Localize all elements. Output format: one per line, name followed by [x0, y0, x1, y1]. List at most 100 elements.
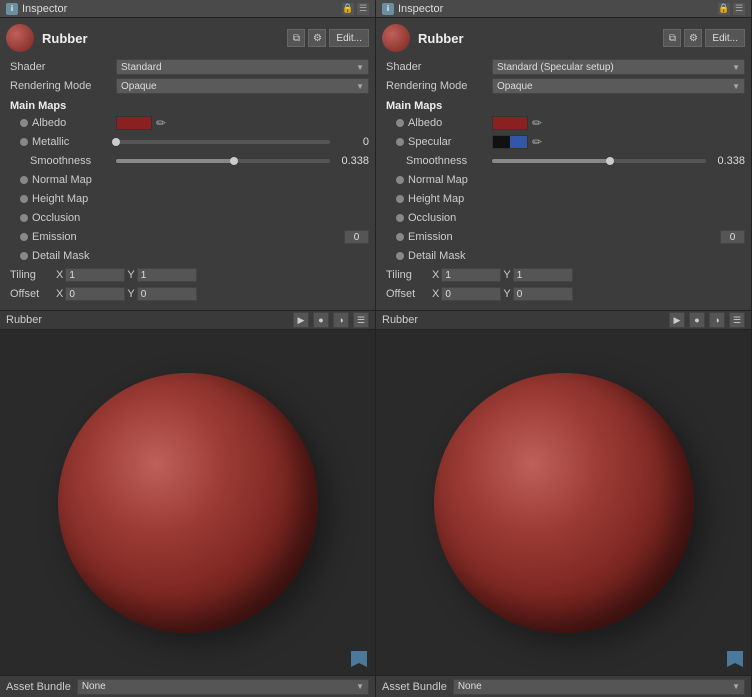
left-tiling-label: Tiling	[6, 269, 56, 281]
right-height-map-label: Height Map	[382, 193, 464, 205]
left-smoothness-slider-container: 0.338	[116, 155, 369, 167]
left-offset-x-axis: X	[56, 288, 63, 300]
right-offset-x-axis: X	[432, 288, 439, 300]
right-tiling-x-input[interactable]	[441, 268, 501, 282]
right-specular-swatch[interactable]	[492, 135, 528, 149]
left-smoothness-label: Smoothness	[6, 155, 116, 167]
left-preview-toolbar: Rubber ▶ ● ◑ ☰	[0, 310, 375, 330]
left-tiling-y-input[interactable]	[137, 268, 197, 282]
left-emission-label: Emission	[6, 231, 77, 243]
left-smoothness-thumb[interactable]	[230, 157, 238, 165]
left-occlusion-text: Occlusion	[32, 212, 80, 224]
left-shader-row: Shader Standard ▼	[6, 58, 369, 76]
left-emission-row: Emission 0	[6, 228, 369, 246]
right-shader-row: Shader Standard (Specular setup) ▼	[382, 58, 745, 76]
left-height-dot	[20, 195, 28, 203]
right-albedo-swatch[interactable]	[492, 116, 528, 130]
left-header-controls: ⧉ ⚙ Edit...	[287, 29, 369, 47]
left-settings-button[interactable]: ⚙	[308, 29, 326, 47]
right-asset-bundle-label: Asset Bundle	[382, 681, 447, 693]
left-inspector-icon: i	[6, 3, 18, 15]
right-preview-section: Rubber ▶ ● ◑ ☰ Asset Bundle None ▼	[376, 310, 751, 697]
left-preview-btn1[interactable]: ●	[313, 312, 329, 328]
right-preview-btn1[interactable]: ●	[689, 312, 705, 328]
left-shader-value: Standard	[121, 62, 162, 73]
right-offset-y-axis: Y	[503, 288, 510, 300]
right-tiling-y-input[interactable]	[513, 268, 573, 282]
right-title-bar: i Inspector 🔒 ☰	[376, 0, 751, 18]
right-height-text: Height Map	[408, 193, 464, 205]
left-albedo-text: Albedo	[32, 117, 66, 129]
left-offset-x-input[interactable]	[65, 287, 125, 301]
right-albedo-pencil[interactable]: ✏	[532, 116, 542, 130]
left-tiling-x-input[interactable]	[65, 268, 125, 282]
right-asset-bundle-dropdown[interactable]: None ▼	[453, 679, 745, 695]
right-detail-mask-row: Detail Mask	[382, 247, 745, 265]
left-metallic-slider-container: 0	[116, 136, 369, 148]
left-menu-button[interactable]: ☰	[357, 3, 369, 15]
left-albedo-swatch-row: ✏	[116, 116, 166, 130]
right-menu-button[interactable]: ☰	[733, 3, 745, 15]
right-albedo-label: Albedo	[382, 117, 492, 129]
right-offset-row: Offset X Y	[382, 285, 745, 303]
right-material-name: Rubber	[418, 31, 655, 46]
left-shader-arrow: ▼	[356, 63, 364, 72]
left-preview-canvas	[0, 330, 375, 675]
right-specular-pencil[interactable]: ✏	[532, 135, 542, 149]
right-albedo-dot	[396, 119, 404, 127]
right-smoothness-fill	[492, 159, 610, 163]
left-asset-bundle-dropdown[interactable]: None ▼	[77, 679, 369, 695]
left-offset-x-field: X	[56, 287, 125, 301]
right-preview-btn2[interactable]: ◑	[709, 312, 725, 328]
left-copy-button[interactable]: ⧉	[287, 29, 305, 47]
right-rendering-mode-dropdown[interactable]: Opaque ▼	[492, 78, 745, 94]
left-smoothness-track[interactable]	[116, 159, 330, 163]
right-shader-dropdown[interactable]: Standard (Specular setup) ▼	[492, 59, 745, 75]
left-offset-y-input[interactable]	[137, 287, 197, 301]
left-metallic-thumb[interactable]	[112, 138, 120, 146]
right-tiling-y-axis: Y	[503, 269, 510, 281]
left-material-name: Rubber	[42, 31, 279, 46]
right-lock-button[interactable]: 🔒	[718, 3, 730, 15]
left-inspector-content: Rubber ⧉ ⚙ Edit... Shader Standard ▼ Ren…	[0, 18, 375, 310]
left-offset-label: Offset	[6, 288, 56, 300]
left-height-text: Height Map	[32, 193, 88, 205]
left-asset-bundle-arrow: ▼	[356, 682, 364, 691]
left-albedo-swatch[interactable]	[116, 116, 152, 130]
left-metallic-track[interactable]	[116, 140, 330, 144]
right-tiling-label: Tiling	[382, 269, 432, 281]
right-detail-text: Detail Mask	[408, 250, 465, 262]
right-normal-text: Normal Map	[408, 174, 468, 186]
left-preview-btn2[interactable]: ◑	[333, 312, 349, 328]
left-lock-button[interactable]: 🔒	[342, 3, 354, 15]
left-albedo-row: Albedo ✏	[6, 114, 369, 132]
right-smoothness-track[interactable]	[492, 159, 706, 163]
right-rendering-mode-label: Rendering Mode	[382, 80, 492, 92]
right-preview-menu-button[interactable]: ☰	[729, 312, 745, 328]
right-smoothness-thumb[interactable]	[606, 157, 614, 165]
right-tiling-x-axis: X	[432, 269, 439, 281]
right-settings-button[interactable]: ⚙	[684, 29, 702, 47]
left-metallic-value: 0	[334, 136, 369, 148]
left-detail-mask-label: Detail Mask	[6, 250, 89, 262]
left-preview-menu-button[interactable]: ☰	[353, 312, 369, 328]
right-inspector-content: Rubber ⧉ ⚙ Edit... Shader Standard (Spec…	[376, 18, 751, 310]
left-shader-dropdown[interactable]: Standard ▼	[116, 59, 369, 75]
right-copy-button[interactable]: ⧉	[663, 29, 681, 47]
left-albedo-pencil[interactable]: ✏	[156, 116, 166, 130]
left-normal-map-label: Normal Map	[6, 174, 92, 186]
right-play-button[interactable]: ▶	[669, 312, 685, 328]
right-detail-dot	[396, 252, 404, 260]
right-normal-dot	[396, 176, 404, 184]
right-edit-button[interactable]: Edit...	[705, 29, 745, 47]
left-title-text: Inspector	[22, 3, 338, 15]
right-preview-canvas	[376, 330, 751, 675]
left-rendering-mode-dropdown[interactable]: Opaque ▼	[116, 78, 369, 94]
left-occlusion-row: Occlusion	[6, 209, 369, 227]
left-material-icon	[6, 24, 34, 52]
left-edit-button[interactable]: Edit...	[329, 29, 369, 47]
right-shader-label: Shader	[382, 61, 492, 73]
right-offset-x-input[interactable]	[441, 287, 501, 301]
left-play-button[interactable]: ▶	[293, 312, 309, 328]
right-offset-y-input[interactable]	[513, 287, 573, 301]
